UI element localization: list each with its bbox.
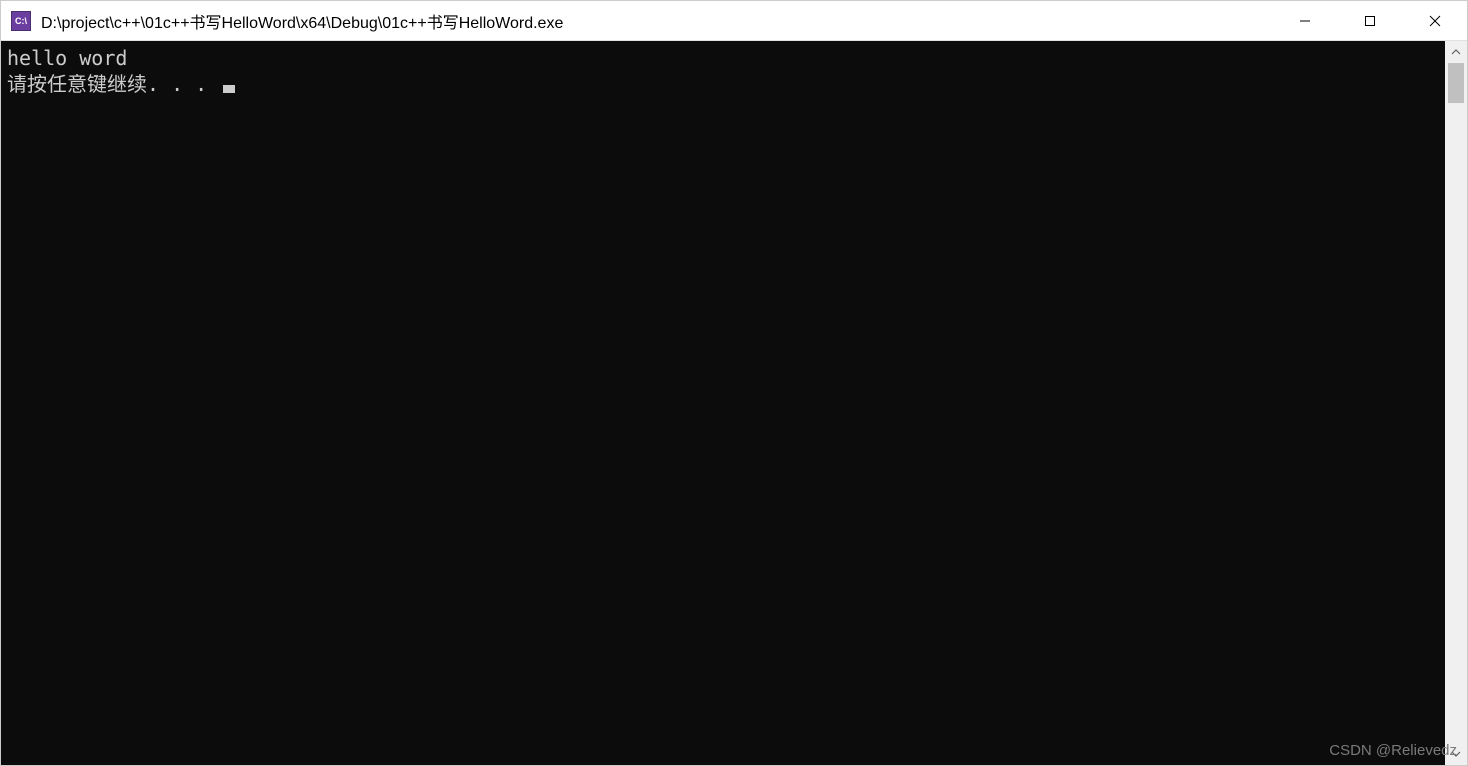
client-area: hello word请按任意键继续. . . CSDN @Relievedz	[1, 41, 1467, 765]
window-controls	[1272, 1, 1467, 40]
console-prompt-text: 请按任意键继续. . .	[7, 72, 219, 96]
close-icon	[1429, 15, 1441, 27]
chevron-down-icon	[1451, 749, 1461, 759]
scroll-track[interactable]	[1445, 63, 1467, 743]
scroll-thumb[interactable]	[1448, 63, 1464, 103]
minimize-button[interactable]	[1272, 1, 1337, 40]
console-line: 请按任意键继续. . .	[7, 71, 1439, 97]
scroll-down-button[interactable]	[1445, 743, 1467, 765]
window-title: D:\project\c++\01c++书写HelloWord\x64\Debu…	[41, 9, 1272, 33]
console-window: C:\ D:\project\c++\01c++书写HelloWord\x64\…	[0, 0, 1468, 766]
console-line: hello word	[7, 45, 1439, 71]
maximize-icon	[1364, 15, 1376, 27]
titlebar[interactable]: C:\ D:\project\c++\01c++书写HelloWord\x64\…	[1, 1, 1467, 41]
chevron-up-icon	[1451, 47, 1461, 57]
app-icon: C:\	[11, 11, 31, 31]
vertical-scrollbar[interactable]	[1445, 41, 1467, 765]
close-button[interactable]	[1402, 1, 1467, 40]
console-cursor	[223, 85, 235, 93]
minimize-icon	[1299, 15, 1311, 27]
maximize-button[interactable]	[1337, 1, 1402, 40]
console-output[interactable]: hello word请按任意键继续. . .	[1, 41, 1445, 765]
scroll-up-button[interactable]	[1445, 41, 1467, 63]
